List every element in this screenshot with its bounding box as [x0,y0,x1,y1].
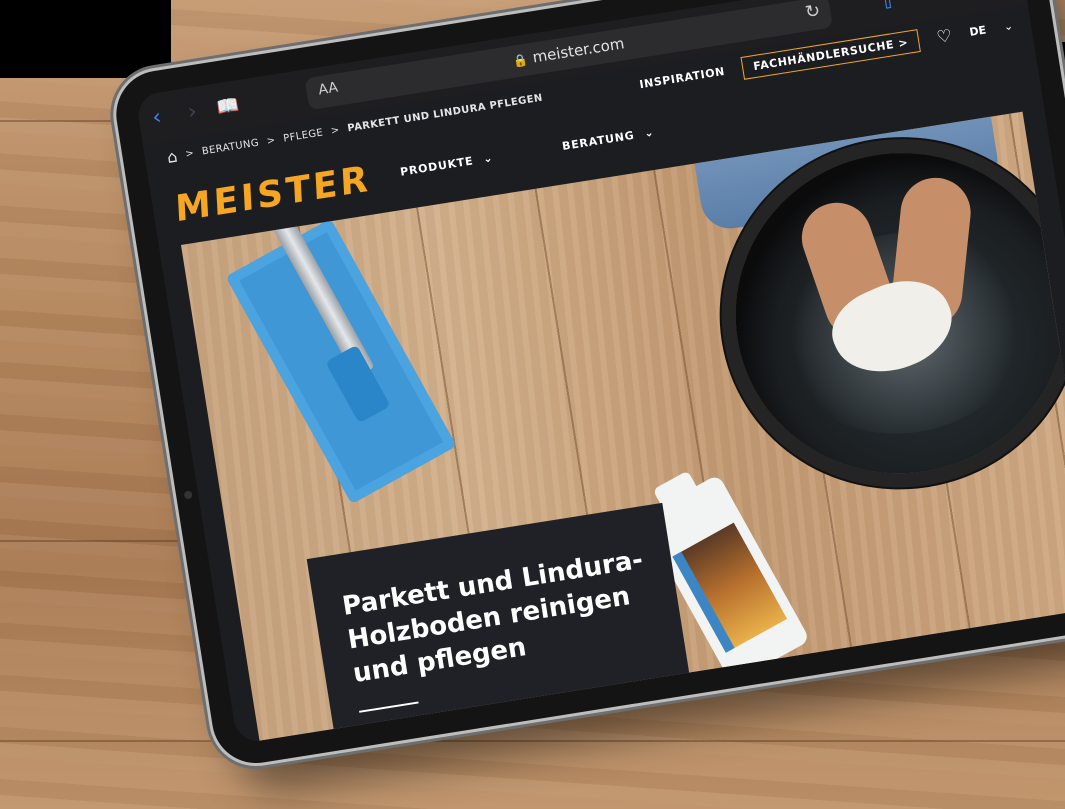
heart-icon[interactable]: ♡ [935,25,953,47]
reload-icon[interactable]: ↻ [804,0,822,23]
chevron-down-icon[interactable]: ⌄ [1003,19,1014,33]
hero-title: Parkett und Lindura-Holzboden reinigen u… [340,544,646,690]
nav-label: PRODUKTE [399,154,475,179]
nav-item-beratung[interactable]: BERATUNG ⌄ [561,126,655,153]
black-block-top [0,0,171,78]
url-text: meister.com [531,34,626,67]
nav-item-produkte[interactable]: PRODUKTE ⌄ [399,151,494,179]
tablet-screen: ‹ › 📖 AA 🔒meister.com ↻ ⇧ + ❐ ⌂ > BERATU… [135,0,1065,745]
lock-icon: 🔒 [512,52,530,69]
bookmarks-icon[interactable]: 📖 [206,79,249,134]
inspiration-link[interactable]: INSPIRATION [639,65,726,91]
chevron-down-icon: ⌄ [643,125,656,141]
chevron-down-icon: ⌄ [482,151,495,166]
main-nav: PRODUKTE ⌄ BERATUNG ⌄ [399,126,655,179]
nav-label: BERATUNG [561,128,636,154]
breadcrumb-pflege[interactable]: PFLEGE [283,127,324,144]
breadcrumb-separator: > [184,147,196,161]
breadcrumb-separator: > [266,134,277,148]
hero-divider [359,701,419,713]
home-icon[interactable]: ⌂ [166,147,179,167]
breadcrumb-separator: > [330,124,341,138]
camera-dot [183,490,193,500]
language-select[interactable]: DE [969,23,987,38]
plank-seam [0,740,1065,742]
tablet-device: ‹ › 📖 AA 🔒meister.com ↻ ⇧ + ❐ ⌂ > BERATU… [110,0,1065,770]
breadcrumb-beratung[interactable]: BERATUNG [201,138,260,158]
